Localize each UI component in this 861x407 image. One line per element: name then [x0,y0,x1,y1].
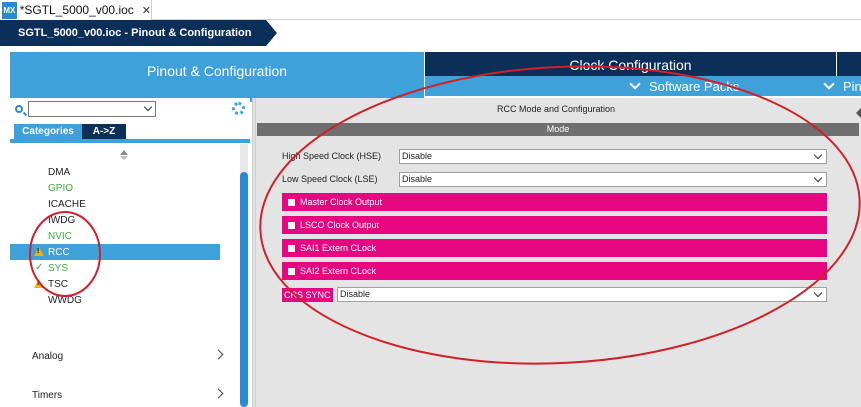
tab-pinout-configuration[interactable]: Pinout & Configuration [10,52,424,102]
master-clock-output-checkbox[interactable] [288,198,295,206]
list-item-label: GPIO [48,182,74,194]
panel-divider [10,139,250,143]
chevron-down-icon [629,78,641,90]
software-packs-menu[interactable]: Software Packs [629,76,740,96]
section-analog[interactable]: Analog [32,348,224,364]
list-item-label: DMA [48,166,71,178]
categories-panel: Categories A->Z DMA GPIO ICACHE IWDG NVI… [10,98,250,407]
tab-a-z[interactable]: A->Z [82,124,126,139]
list-item-nvic[interactable]: NVIC [10,228,230,244]
tab-overflow[interactable] [837,52,861,76]
list-item-label: IWDG [48,214,76,226]
main-tabs: Pinout & Configuration Clock Configurati… [0,46,861,102]
close-icon[interactable]: ✕ [142,4,151,17]
tab-categories[interactable]: Categories [14,124,82,139]
list-item-wwdg[interactable]: WWDG [10,292,230,308]
editor-tab-label: *SGTL_5000_v00.ioc [19,3,134,17]
crs-sync-label: CRS SYNC [282,288,333,302]
sai1-extern-clock-row[interactable]: SAI1 Extern CLock [282,239,827,257]
list-item-label: WWDG [48,294,82,306]
warning-icon [34,279,44,288]
section-timers[interactable]: Timers [32,387,224,403]
checkbox-label: Master Clock Output [300,197,383,207]
checkbox-label: SAI1 Extern CLock [300,243,377,253]
hse-select[interactable]: Disable [399,148,827,164]
lsco-clock-output-checkbox[interactable] [288,221,295,229]
search-icon [15,105,23,113]
breadcrumb-arrow-icon [266,20,277,46]
pinout-menu[interactable]: Pin [823,76,861,96]
list-item-label: ICACHE [48,198,86,210]
peripheral-list: DMA GPIO ICACHE IWDG NVIC RCC ✓ SYS TSC … [10,164,230,308]
list-item-dma[interactable]: DMA [10,164,230,180]
list-item-label: RCC [48,246,70,258]
chevron-down-icon [813,150,823,159]
chevron-down-icon[interactable] [143,102,153,112]
list-item-iwdg[interactable]: IWDG [10,212,230,228]
gear-icon[interactable] [232,102,245,115]
sai2-extern-clock-checkbox[interactable] [288,267,295,275]
lse-row: Low Speed Clock (LSE) Disable [282,171,827,187]
breadcrumb-item[interactable]: SGTL_5000_v00.ioc - Pinout & Configurati… [0,20,266,46]
check-icon: ✓ [35,262,44,273]
hse-label: High Speed Clock (HSE) [282,151,382,161]
list-item-icache[interactable]: ICACHE [10,196,230,212]
tab-clock-configuration[interactable]: Clock Configuration [425,52,836,76]
panel-title: RCC Mode and Configuration [496,104,616,114]
mx-app-icon: MX [2,1,17,19]
list-item-tsc[interactable]: TSC [10,276,230,292]
hse-value: Disable [402,150,433,161]
hse-row: High Speed Clock (HSE) Disable [282,148,827,164]
pinout-menu-label: Pin [843,78,861,94]
chevron-right-icon [213,349,224,360]
lse-label: Low Speed Clock (LSE) [282,174,378,184]
sai2-extern-clock-row[interactable]: SAI2 Extern CLock [282,262,827,280]
crs-sync-value: Disable [340,289,371,299]
list-item-label: SYS [48,262,69,274]
lsco-clock-output-row[interactable]: LSCO Clock Output [282,216,827,234]
lse-select[interactable]: Disable [399,171,827,187]
software-packs-label: Software Packs [649,78,740,94]
master-clock-output-row[interactable]: Master Clock Output [282,193,827,211]
scroll-down-icon[interactable] [120,156,128,160]
collapse-arrow-icon[interactable] [856,108,861,118]
list-item-label: TSC [48,278,68,290]
scrollbar[interactable] [240,144,248,407]
lse-value: Disable [402,173,433,184]
checkbox-label: LSCO Clock Output [300,220,380,230]
section-label: Analog [32,350,64,362]
list-item-sys[interactable]: ✓ SYS [10,260,230,276]
subtab-bar: Software Packs Pin [425,76,861,96]
section-label: Timers [32,389,63,401]
chevron-down-icon [823,78,835,90]
warning-icon [34,247,44,256]
checkbox-label: SAI2 Extern CLock [300,266,377,276]
list-item-label: NVIC [48,230,72,242]
rcc-config-panel: RCC Mode and Configuration Mode High Spe… [256,98,861,407]
editor-tab[interactable]: MX *SGTL_5000_v00.ioc ✕ [0,0,152,20]
mode-header: Mode [257,123,859,136]
list-item-gpio[interactable]: GPIO [10,180,230,196]
list-item-rcc[interactable]: RCC [10,244,220,260]
breadcrumb: SGTL_5000_v00.ioc - Pinout & Configurati… [0,20,861,46]
editor-tab-bar: MX *SGTL_5000_v00.ioc ✕ [0,0,861,20]
crs-sync-select[interactable]: Disable [337,287,827,302]
scroll-up-icon[interactable] [120,150,128,155]
chevron-right-icon [213,388,224,399]
scrollbar-thumb[interactable] [240,172,248,407]
search-input[interactable] [28,101,156,117]
chevron-down-icon [813,173,823,182]
chevron-down-icon [813,288,823,298]
sai1-extern-clock-checkbox[interactable] [288,244,295,252]
